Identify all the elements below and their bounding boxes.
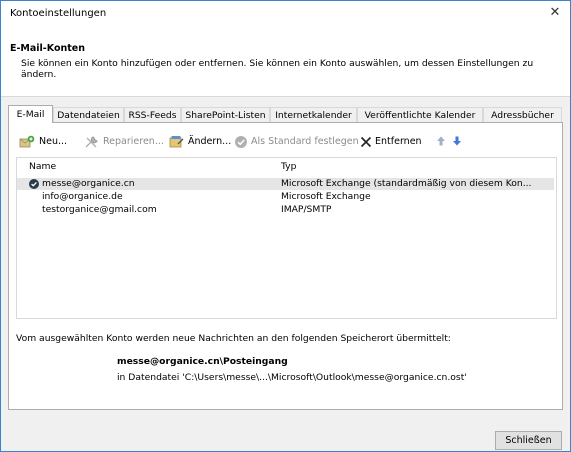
tab-data-files[interactable]: Datendateien (53, 107, 124, 122)
change-account-label: Ändern... (188, 136, 232, 147)
column-header-name[interactable]: Name (29, 158, 56, 175)
window-title: Kontoeinstellungen (10, 8, 107, 19)
tab-rss-feeds[interactable]: RSS-Feeds (124, 107, 181, 122)
account-toolbar: Neu... Reparieren... Ändern... Als Stand… (9, 123, 562, 157)
tab-internet-calendars[interactable]: Internetkalender (270, 107, 357, 122)
title-bar: Kontoeinstellungen ✕ (1, 1, 570, 25)
remove-label: Entfernen (375, 136, 422, 147)
arrow-down-icon (453, 136, 461, 146)
account-name: messe@organice.cn (42, 178, 135, 189)
arrow-up-icon (437, 136, 445, 146)
new-account-icon (19, 135, 35, 148)
tab-published-calendars[interactable]: Veröffentlichte Kalender (357, 107, 483, 122)
account-name: info@organice.de (42, 191, 123, 202)
repair-label: Reparieren... (103, 136, 164, 147)
move-up-button[interactable] (436, 134, 448, 150)
delivery-data-file: in Datendatei 'C:\Users\messe\...\Micros… (117, 372, 467, 383)
header-section: E-Mail-Konten Sie können ein Konto hinzu… (1, 25, 570, 97)
move-down-button[interactable] (452, 134, 464, 150)
account-type: Microsoft Exchange (standardmäßig von di… (281, 178, 532, 189)
email-tab-panel: Neu... Reparieren... Ändern... Als Stand… (8, 122, 563, 410)
tab-address-books[interactable]: Adressbücher (483, 107, 562, 122)
section-description: Sie können ein Konto hinzufügen oder ent… (21, 58, 534, 80)
table-row[interactable]: testorganice@gmail.com IMAP/SMTP (17, 204, 554, 216)
set-default-button[interactable]: Als Standard festlegen (234, 134, 359, 150)
check-circle-icon (235, 136, 247, 148)
section-title: E-Mail-Konten (10, 43, 85, 54)
repair-button[interactable]: Reparieren... (84, 134, 166, 150)
account-type: Microsoft Exchange (281, 191, 371, 202)
column-header-type[interactable]: Typ (281, 158, 296, 175)
remove-x-icon (360, 136, 372, 148)
new-account-button[interactable]: Neu... (19, 134, 77, 150)
delivery-location-text: Vom ausgewählten Konto werden neue Nachr… (16, 333, 451, 344)
set-default-label: Als Standard festlegen (251, 136, 359, 147)
default-account-check-icon (29, 179, 39, 189)
account-name: testorganice@gmail.com (42, 204, 157, 215)
change-account-button[interactable]: Ändern... (169, 134, 231, 150)
tab-email[interactable]: E-Mail (8, 105, 53, 123)
table-row[interactable]: info@organice.de Microsoft Exchange (17, 191, 554, 203)
repair-wrench-icon (85, 136, 98, 148)
remove-button[interactable]: Entfernen (359, 134, 429, 150)
close-icon[interactable]: ✕ (540, 1, 570, 25)
account-settings-dialog: Kontoeinstellungen ✕ E-Mail-Konten Sie k… (0, 0, 571, 452)
account-list: Name Typ messe@organice.cn Microsoft Exc… (16, 157, 557, 319)
delivery-store: messe@organice.cn\Posteingang (117, 356, 288, 367)
table-row[interactable]: messe@organice.cn Microsoft Exchange (st… (17, 178, 554, 190)
new-account-label: Neu... (39, 136, 68, 147)
tab-sharepoint-lists[interactable]: SharePoint-Listen (181, 107, 270, 122)
close-button[interactable]: Schließen (495, 431, 562, 450)
account-type: IMAP/SMTP (281, 204, 332, 215)
tab-strip: E-Mail Datendateien RSS-Feeds SharePoint… (8, 105, 564, 123)
change-account-icon (169, 136, 184, 148)
dialog-body: E-Mail Datendateien RSS-Feeds SharePoint… (1, 97, 570, 451)
